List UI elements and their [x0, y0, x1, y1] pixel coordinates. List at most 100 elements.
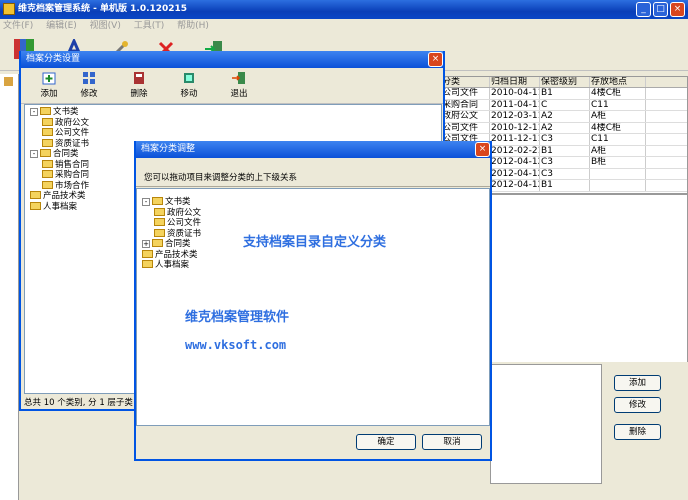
tree-node[interactable]: 市场合作 — [42, 180, 90, 191]
tb-exit-label: 退出 — [230, 89, 248, 99]
folder-icon — [42, 180, 53, 189]
table-cell: 采购合同 — [441, 99, 490, 110]
tb-delete-label: 删除 — [130, 89, 148, 99]
table-cell: C3 — [540, 157, 590, 168]
table-cell: 2011-12-11 — [491, 134, 540, 145]
edit-button[interactable]: 修改 — [614, 397, 661, 413]
tree-node[interactable]: - 文书类 — [30, 107, 79, 117]
table-row[interactable]: 公司文件 2010-04-11 B1 4楼C柜 — [441, 88, 687, 100]
main-tree-panel — [0, 74, 19, 500]
collapse-icon[interactable]: - — [30, 108, 38, 116]
folder-icon — [152, 239, 163, 247]
table-cell — [590, 180, 646, 191]
tree-node[interactable]: 产品技术类 — [142, 249, 198, 260]
attachment-list — [490, 364, 602, 484]
tree-node[interactable]: 政府公文 — [42, 117, 90, 128]
tb-delete-button[interactable]: 删除 — [119, 68, 159, 103]
menu-view[interactable]: 视图(V) — [90, 19, 121, 33]
adjust-instruction: 您可以拖动项目来调整分类的上下级关系 — [144, 173, 298, 183]
close-button[interactable]: × — [670, 2, 685, 17]
tree-node[interactable]: - 合同类 — [30, 149, 79, 159]
cancel-button[interactable]: 取消 — [422, 434, 482, 450]
tb-move-label: 移动 — [180, 89, 198, 99]
collapse-icon[interactable]: - — [30, 150, 38, 158]
tree-node[interactable]: 公司文件 — [154, 218, 201, 228]
menu-tools[interactable]: 工具(T) — [134, 19, 165, 33]
tree-node-label: 资质证书 — [55, 138, 90, 149]
table-cell: 2012-03-11 — [491, 111, 540, 122]
table-cell: 4楼C柜 — [590, 122, 646, 133]
table-row[interactable]: 采购合同 2011-04-11 C C11 — [441, 99, 687, 111]
divider — [136, 186, 490, 187]
adjust-dialog-title-bar: 档案分类调整 — [136, 141, 490, 158]
table-cell: B1 — [540, 88, 590, 99]
add-icon — [42, 71, 56, 85]
tree-node[interactable]: 资质证书 — [42, 138, 90, 149]
tree-node-label: 合同类 — [165, 239, 191, 249]
category-window-title: 档案分类设置 — [26, 54, 81, 64]
tree-node[interactable]: 采购合同 — [42, 170, 89, 180]
column-header[interactable]: 归档日期 — [490, 77, 540, 87]
tb-exit-button[interactable]: 退出 — [219, 68, 259, 103]
folder-icon — [154, 218, 165, 226]
tb-add-label: 添加 — [40, 89, 58, 99]
table-cell: 2012-02-21 — [491, 145, 540, 156]
exit-icon — [232, 71, 246, 85]
folder-icon — [154, 207, 165, 216]
tree-node-label: 政府公文 — [55, 117, 90, 128]
tree-node[interactable]: 政府公文 — [154, 207, 201, 218]
promo-website[interactable]: www.vksoft.com — [185, 338, 286, 352]
table-cell: 2012-04-12 — [491, 157, 540, 168]
table-row[interactable]: 政府公文 2012-03-11 A2 A柜 — [441, 111, 687, 123]
folder-icon — [154, 228, 165, 237]
tb-move-button[interactable]: 移动 — [169, 68, 209, 103]
tree-node-label: 产品技术类 — [155, 249, 198, 260]
tree-node[interactable]: + 合同类 — [142, 239, 191, 249]
tree-node[interactable]: 公司文件 — [42, 128, 89, 138]
table-cell: B柜 — [590, 157, 646, 168]
tree-node[interactable]: - 文书类 — [142, 197, 191, 207]
main-title-bar: 维克档案管理系统 - 单机版 1.0.120215 — [0, 0, 688, 19]
table-cell: C — [540, 99, 590, 110]
table-cell: 2012-04-12 — [491, 168, 540, 179]
folder-icon — [142, 249, 153, 258]
tree-node[interactable]: 资质证书 — [154, 228, 201, 239]
tree-node[interactable]: 人事档案 — [142, 260, 189, 270]
expand-icon[interactable]: + — [142, 240, 150, 248]
collapse-icon[interactable]: - — [142, 198, 150, 206]
adjust-dialog-close-button[interactable]: × — [475, 142, 490, 157]
column-header[interactable]: 分类 — [441, 77, 490, 87]
table-cell: A2 — [540, 122, 590, 133]
tree-node-label: 文书类 — [165, 197, 191, 207]
column-header[interactable]: 保密级别 — [540, 77, 590, 87]
promo-custom-category: 支持档案目录自定义分类 — [243, 235, 387, 250]
home-icon — [4, 77, 13, 86]
tb-add-button[interactable]: 添加 — [29, 68, 69, 103]
folder-icon — [30, 191, 41, 199]
minimize-button[interactable]: _ — [636, 2, 651, 17]
table-cell: 2012-04-12 — [491, 180, 540, 191]
table-cell: C11 — [590, 134, 646, 145]
tree-node[interactable]: 销售合同 — [42, 159, 90, 170]
tree-node-label: 销售合同 — [55, 159, 90, 170]
category-window-close-button[interactable]: × — [428, 52, 443, 67]
column-header[interactable]: 存放地点 — [590, 77, 646, 87]
tree-node-label: 市场合作 — [55, 180, 90, 191]
maximize-button[interactable]: □ — [653, 2, 668, 17]
table-cell: A柜 — [590, 145, 646, 156]
menu-help[interactable]: 帮助(H) — [177, 19, 209, 33]
delete-icon — [132, 71, 146, 85]
menu-file[interactable]: 文件(F) — [3, 19, 33, 33]
tree-node[interactable]: 产品技术类 — [30, 191, 86, 201]
table-row[interactable]: 公司文件 2010-12-11 A2 4楼C柜 — [441, 122, 687, 134]
tb-edit-button[interactable]: 修改 — [69, 68, 109, 103]
add-button[interactable]: 添加 — [614, 375, 661, 391]
delete-button[interactable]: 删除 — [614, 424, 661, 440]
table-header: 分类 归档日期 保密级别 存放地点 — [441, 77, 687, 88]
ok-button[interactable]: 确定 — [356, 434, 416, 450]
table-cell: B1 — [540, 145, 590, 156]
menu-edit[interactable]: 编辑(E) — [46, 19, 77, 33]
category-window-title-bar: 档案分类设置 — [21, 51, 443, 68]
folder-icon — [40, 149, 51, 157]
tree-node[interactable]: 人事档案 — [30, 201, 77, 212]
